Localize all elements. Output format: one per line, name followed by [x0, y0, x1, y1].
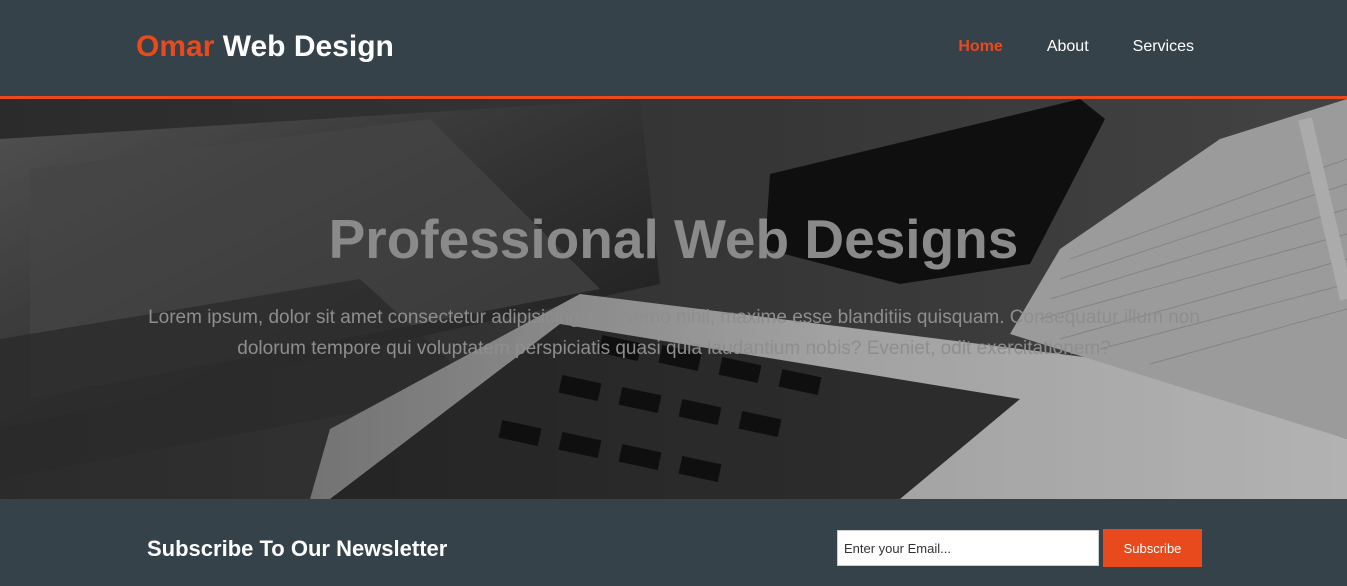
site-header: Omar Web Design Home About Services [0, 0, 1347, 99]
nav-item-about: About [1047, 38, 1089, 56]
hero-title: Professional Web Designs [328, 208, 1019, 270]
brand-logo[interactable]: Omar Web Design [136, 30, 394, 64]
brand-rest: Web Design [214, 30, 394, 63]
nav-item-services: Services [1133, 38, 1194, 56]
nav-link-about[interactable]: About [1047, 38, 1089, 55]
hero-background-image [0, 99, 1347, 499]
nav-link-home[interactable]: Home [958, 38, 1002, 55]
nav-item-home: Home [958, 38, 1002, 56]
hero-description: Lorem ipsum, dolor sit amet consectetur … [148, 307, 1200, 359]
subscribe-button[interactable]: Subscribe [1103, 529, 1202, 567]
newsletter-section: Subscribe To Our Newsletter Subscribe [0, 499, 1347, 586]
main-nav: Home About Services [958, 38, 1194, 56]
newsletter-heading: Subscribe To Our Newsletter [147, 536, 448, 561]
nav-link-services[interactable]: Services [1133, 38, 1194, 55]
email-input[interactable] [837, 530, 1099, 566]
hero-showcase: Professional Web Designs Lorem ipsum, do… [0, 99, 1347, 499]
brand-highlight: Omar [136, 30, 215, 63]
